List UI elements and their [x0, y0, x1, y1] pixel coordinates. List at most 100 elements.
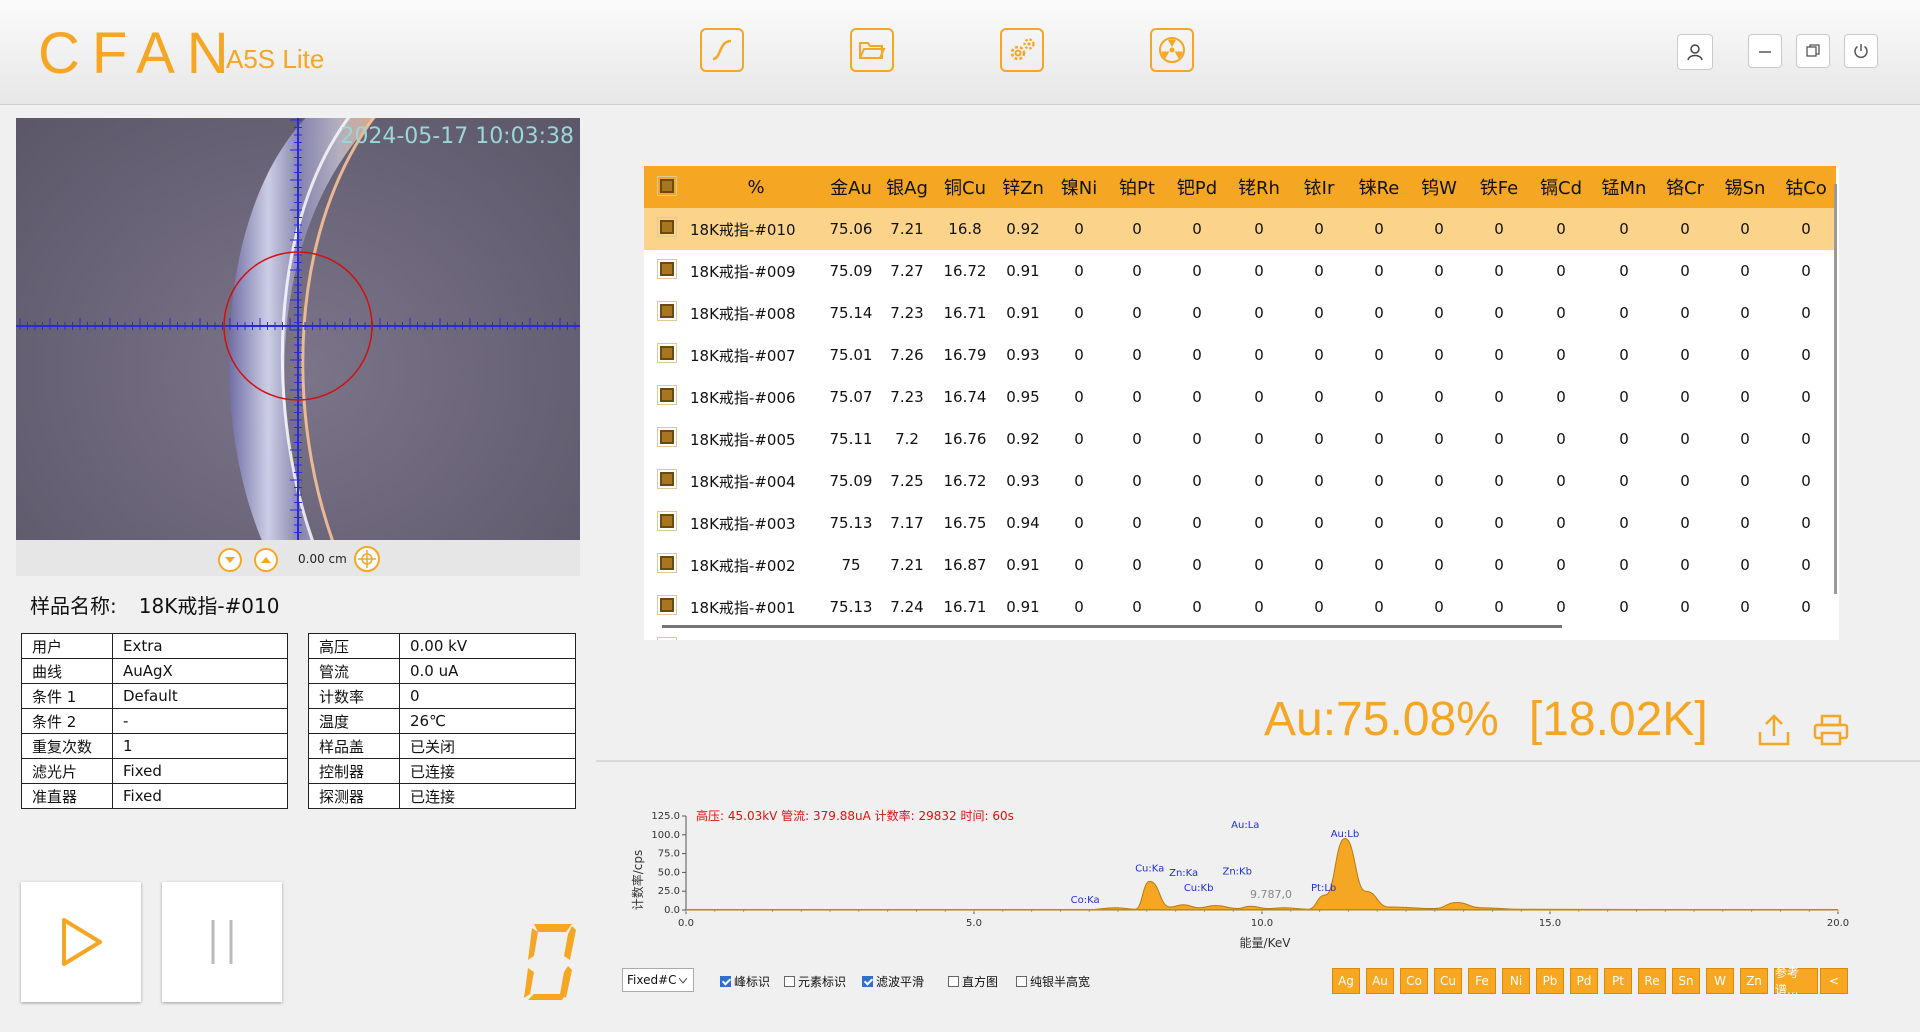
checkbox-icon — [657, 553, 677, 573]
column-header[interactable]: 铬Cr — [1656, 166, 1714, 208]
result-row[interactable]: 18K戒指-#009 75.09 7.27 16.72 0.91 0 0 0 0 0 0 0 0 0 0 0 0… — [644, 250, 1836, 292]
row-checkbox[interactable] — [644, 502, 690, 544]
value-cell: 0 — [1619, 346, 1629, 364]
result-row[interactable]: 18K戒指-#010 75.06 7.21 16.8 0.92 0 0 0 0 0 0 0 0 0 0 0 0 0 — [644, 208, 1836, 250]
value-cell: 0 — [1132, 430, 1142, 448]
camera-down-button[interactable] — [218, 548, 242, 572]
minimize-button[interactable] — [1748, 34, 1782, 68]
element-button[interactable]: Ni — [1502, 968, 1530, 994]
element-button[interactable]: W — [1706, 968, 1734, 994]
settings-button[interactable] — [1000, 28, 1044, 72]
restore-button[interactable] — [1796, 34, 1830, 68]
result-row[interactable]: 18K戒指-#005 75.11 7.2 16.76 0.92 0 0 0 0 0 0 0 0 0 0 0 0 0 — [644, 418, 1836, 460]
column-header[interactable]: 铑Rh — [1228, 166, 1290, 208]
curve-button[interactable] — [700, 28, 744, 72]
element-button[interactable]: Ag — [1332, 968, 1360, 994]
value-cell: 16.72 — [943, 472, 987, 490]
open-folder-button[interactable] — [850, 28, 894, 72]
row-checkbox[interactable] — [644, 586, 690, 628]
element-button[interactable]: Fe — [1468, 968, 1496, 994]
print-button[interactable] — [1812, 712, 1850, 748]
column-header[interactable]: 铱Ir — [1290, 166, 1348, 208]
camera-view[interactable]: 2024-05-17 10:03:38 — [16, 118, 580, 540]
element-button[interactable]: Pd — [1570, 968, 1598, 994]
value-cell: 0 — [1680, 472, 1690, 490]
result-row[interactable]: 18K戒指-#002 75 7.21 16.87 0.91 0 0 0 0 0 0 0 0 0 0 0 0 0 — [644, 544, 1836, 586]
camera-timestamp: 2024-05-17 10:03:38 — [340, 124, 574, 149]
option-checkbox[interactable]: 滤波平滑 — [862, 973, 924, 990]
camera-up-button[interactable] — [254, 548, 278, 572]
user-button[interactable] — [1677, 34, 1713, 70]
row-checkbox[interactable] — [644, 376, 690, 418]
column-header[interactable]: 钯Pd — [1166, 166, 1228, 208]
vertical-scrollbar[interactable] — [1834, 184, 1837, 594]
row-checkbox[interactable] — [644, 544, 690, 586]
pause-button[interactable] — [162, 882, 282, 1002]
row-checkbox[interactable] — [644, 418, 690, 460]
result-row[interactable]: 平均值75.087.2316.760.920000000000000 — [644, 628, 1836, 640]
column-header[interactable]: 铁Fe — [1468, 166, 1530, 208]
column-header[interactable]: 镍Ni — [1050, 166, 1108, 208]
option-checkbox[interactable]: 峰标识 — [720, 973, 770, 990]
results-table-panel[interactable]: % 金Au 银Ag 铜Cu 锌Zn 镍Ni 铂Pt 钯Pd 铑Rh 铱Ir 铼Re 钨W 铁Fe 镉Cd 锰… — [644, 166, 1839, 640]
element-button[interactable]: Cu — [1434, 968, 1462, 994]
option-checkbox[interactable]: 直方图 — [948, 973, 998, 990]
element-button[interactable]: Re — [1638, 968, 1666, 994]
result-row[interactable]: 18K戒指-#007 75.01 7.26 16.79 0.93 0 0 0 0 0 0 0 0 0 0 0 0… — [644, 334, 1836, 376]
column-header[interactable]: 镉Cd — [1530, 166, 1592, 208]
option-checkbox[interactable]: 元素标识 — [784, 973, 846, 990]
value-cell: 0.91 — [1006, 556, 1040, 574]
column-header[interactable]: 钨W — [1410, 166, 1468, 208]
select-all-checkbox[interactable] — [644, 166, 690, 208]
column-header[interactable]: 锌Zn — [996, 166, 1050, 208]
element-button[interactable]: Au — [1366, 968, 1394, 994]
value-cell: 0 — [1801, 598, 1811, 616]
element-button[interactable]: 参考谱... — [1774, 966, 1818, 997]
row-checkbox[interactable] — [644, 334, 690, 376]
row-checkbox[interactable] — [644, 460, 690, 502]
result-row[interactable]: 18K戒指-#001 75.13 7.24 16.71 0.91 0 0 0 0 0 0 0 0 0 0 0 0… — [644, 586, 1836, 628]
result-row[interactable]: 18K戒指-#006 75.07 7.23 16.74 0.95 0 0 0 0 0 0 0 0 0 0 0 0… — [644, 376, 1836, 418]
value-cell: 0 — [1254, 262, 1264, 280]
spectrum-chart[interactable]: 高压: 45.03kV 管流: 379.88uA 计数率: 29832 时间: … — [628, 800, 1858, 960]
info-right-value: 已连接 — [399, 758, 576, 784]
value-cell: 0 — [1374, 346, 1384, 364]
column-header[interactable]: 金Au — [822, 166, 880, 208]
radiation-button[interactable] — [1150, 28, 1194, 72]
row-checkbox[interactable] — [644, 250, 690, 292]
value-cell: 0.92 — [996, 208, 1050, 250]
column-header[interactable]: 铜Cu — [934, 166, 996, 208]
power-button[interactable] — [1844, 34, 1878, 68]
value-cell: 7.2 — [895, 430, 919, 448]
option-checkbox[interactable]: 纯银半高宽 — [1016, 973, 1090, 990]
row-checkbox[interactable] — [644, 208, 690, 250]
info-right-row: 计数率 0 — [308, 683, 576, 709]
result-row[interactable]: 18K戒指-#008 75.14 7.23 16.71 0.91 0 0 0 0 0 0 0 0 0 0 0 0… — [644, 292, 1836, 334]
result-row[interactable]: 18K戒指-#004 75.09 7.25 16.72 0.93 0 0 0 0 0 0 0 0 0 0 0 0… — [644, 460, 1836, 502]
export-button[interactable] — [1756, 712, 1792, 748]
start-button[interactable] — [21, 882, 141, 1002]
column-header[interactable]: 钴Co — [1776, 166, 1836, 208]
horizontal-scrollbar[interactable] — [662, 625, 1562, 628]
element-button[interactable]: Pt — [1604, 968, 1632, 994]
seven-segment-digit: 0 — [524, 924, 576, 1000]
camera-center-button[interactable] — [354, 546, 380, 572]
row-checkbox[interactable] — [644, 292, 690, 334]
filter-select[interactable]: Fixed#C — [622, 968, 694, 992]
element-button[interactable]: Co — [1400, 968, 1428, 994]
value-cell: 0 — [1680, 556, 1690, 574]
value-cell: 0 — [1680, 346, 1690, 364]
column-header[interactable]: 铂Pt — [1108, 166, 1166, 208]
column-header[interactable]: 银Ag — [880, 166, 934, 208]
column-header[interactable]: % — [690, 166, 822, 208]
element-button[interactable]: Sn — [1672, 968, 1700, 994]
column-header[interactable]: 锡Sn — [1714, 166, 1776, 208]
element-button[interactable]: Pb — [1536, 968, 1564, 994]
row-checkbox[interactable] — [644, 628, 690, 640]
element-button[interactable]: < — [1820, 968, 1848, 994]
value-cell: 0 — [1619, 304, 1629, 322]
column-header[interactable]: 铼Re — [1348, 166, 1410, 208]
element-button[interactable]: Zn — [1740, 968, 1768, 994]
column-header[interactable]: 锰Mn — [1592, 166, 1656, 208]
result-row[interactable]: 18K戒指-#003 75.13 7.17 16.75 0.94 0 0 0 0 0 0 0 0 0 0 0 0… — [644, 502, 1836, 544]
